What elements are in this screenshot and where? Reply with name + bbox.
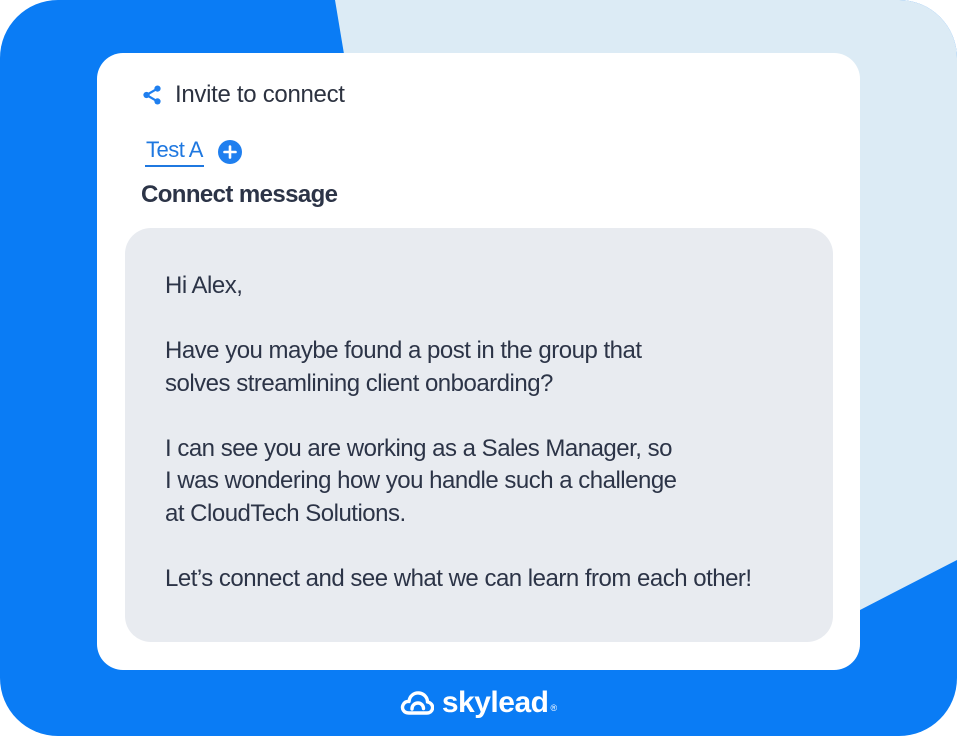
message-line: Let’s connect and see what we can learn … [165, 564, 752, 592]
tab-test-a[interactable]: Test A [145, 137, 204, 167]
message-line: I can see you are working as a Sales Man… [165, 434, 672, 462]
card-header: Invite to connect [141, 81, 345, 109]
add-tab-button[interactable] [217, 140, 242, 164]
message-body: Hi Alex, Have you maybe found a post in … [165, 270, 825, 595]
registered-mark: ® [550, 703, 558, 713]
share-icon [141, 84, 163, 106]
message-line: I was wondering how you handle such a ch… [165, 467, 677, 494]
message-line: solves streamlining client onboarding? [165, 369, 553, 397]
skylead-cloud-icon [400, 691, 434, 715]
variant-tabs: Test A [145, 137, 242, 167]
message-line: Hi Alex, [165, 272, 243, 299]
background-frame: Invite to connect Test A Connect message… [0, 0, 957, 736]
message-line: at CloudTech Solutions. [165, 499, 406, 527]
brand-footer: skylead ® [0, 686, 957, 720]
message-textarea[interactable]: Hi Alex, Have you maybe found a post in … [125, 228, 833, 642]
message-line: Have you maybe found a post in the group… [165, 337, 642, 364]
invite-card: Invite to connect Test A Connect message… [97, 53, 860, 670]
card-title: Invite to connect [175, 81, 345, 108]
plus-circle-icon [223, 145, 237, 159]
section-label: Connect message [141, 181, 338, 208]
brand-name: skylead [441, 686, 549, 719]
